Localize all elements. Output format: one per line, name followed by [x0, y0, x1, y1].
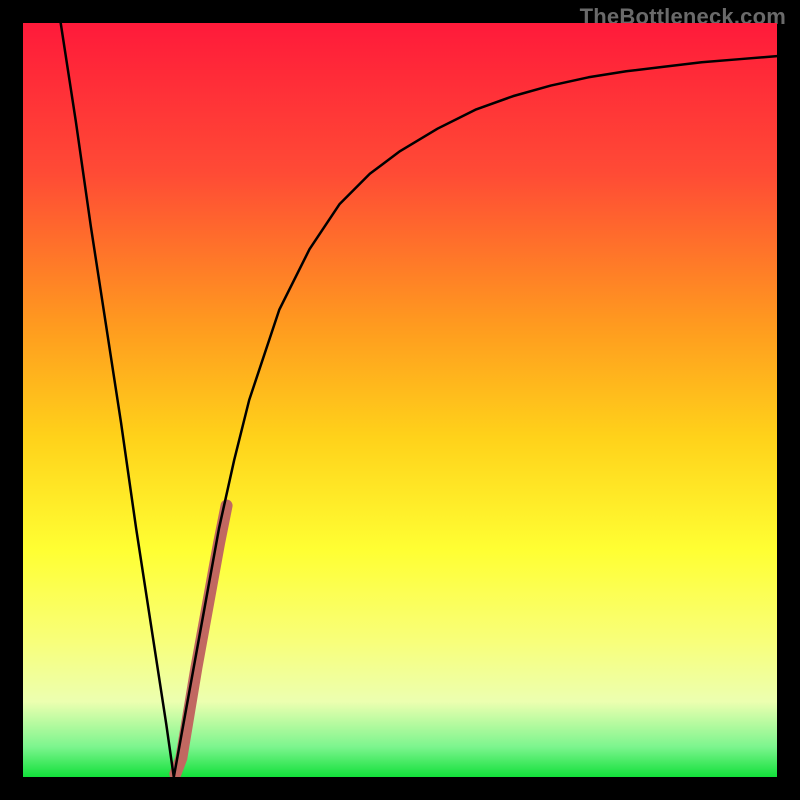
chart-frame: TheBottleneck.com — [0, 0, 800, 800]
plot-background — [23, 23, 777, 777]
bottleneck-chart — [23, 23, 777, 777]
